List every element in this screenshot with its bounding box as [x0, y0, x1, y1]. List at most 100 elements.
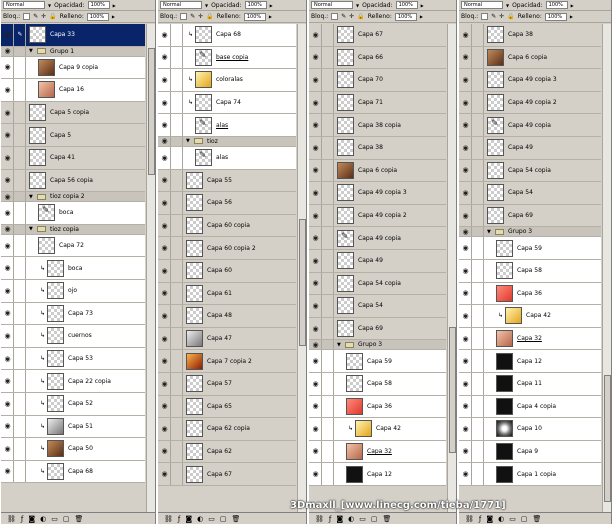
link-slot[interactable]	[473, 46, 484, 69]
layer-thumbnail[interactable]	[195, 26, 212, 44]
link-slot[interactable]	[473, 463, 484, 485]
slider-arrow-icon[interactable]: ▶	[113, 3, 116, 8]
mask-icon[interactable]: ◙	[336, 515, 343, 523]
link-slot[interactable]	[172, 282, 183, 305]
link-slot[interactable]	[323, 182, 334, 204]
link-slot[interactable]	[323, 159, 334, 182]
layer-thumbnail[interactable]	[487, 184, 504, 202]
layer-row[interactable]: ◉ Capa 55	[158, 169, 296, 193]
eye-icon[interactable]: ◉	[159, 24, 171, 46]
layer-thumbnail[interactable]	[337, 94, 354, 112]
eye-icon[interactable]: ◉	[310, 159, 322, 182]
layer-row[interactable]: ◉ Capa 6 copia	[309, 159, 446, 183]
new-layer-icon[interactable]: ▢	[220, 515, 227, 523]
layer-row[interactable]: ◉ Capa 48	[158, 305, 296, 328]
layer-thumbnail[interactable]	[355, 420, 372, 438]
layer-row[interactable]: ◉ Capa 60 copia	[158, 214, 296, 238]
link-slot[interactable]	[15, 169, 26, 192]
layer-group-row[interactable]: ◉ ▼ Grupo 3	[459, 227, 601, 238]
eye-icon[interactable]: ◉	[310, 372, 322, 395]
link-slot[interactable]	[15, 302, 26, 325]
blend-mode-select[interactable]: Normal	[311, 1, 353, 9]
layer-thumbnail[interactable]	[186, 171, 203, 189]
link-slot[interactable]	[172, 305, 183, 327]
link-slot[interactable]	[15, 438, 26, 460]
layer-thumbnail[interactable]	[47, 259, 64, 277]
layer-thumbnail[interactable]	[496, 262, 513, 280]
lock-transparent-toggle[interactable]	[23, 13, 31, 20]
blend-mode-select[interactable]: Normal	[461, 1, 503, 9]
eye-icon[interactable]: ◉	[159, 114, 171, 136]
layer-thumbnail[interactable]	[186, 397, 203, 415]
layer-group-row[interactable]: ◉ ▼ tioz copia	[1, 224, 145, 235]
slider-arrow-icon[interactable]: ▶	[570, 14, 573, 19]
link-slot[interactable]	[172, 114, 183, 136]
blend-mode-select[interactable]: Normal	[3, 1, 45, 9]
layer-thumbnail[interactable]	[38, 81, 55, 99]
adjustment-icon[interactable]: ◐	[197, 515, 203, 523]
layer-thumbnail[interactable]	[29, 126, 46, 144]
link-slot[interactable]	[172, 463, 183, 485]
layer-row[interactable]: ◉ Capa 59	[459, 237, 601, 260]
eye-icon[interactable]: ◉	[159, 305, 171, 327]
eye-icon[interactable]: ◉	[460, 463, 472, 485]
eye-icon[interactable]: ◉	[159, 282, 171, 305]
eye-icon[interactable]: ◉	[460, 440, 472, 463]
layer-row[interactable]: ◉ ↳ Capa 42	[459, 305, 601, 328]
eye-icon[interactable]: ◉	[460, 227, 472, 237]
eye-icon[interactable]: ◉	[310, 136, 322, 159]
expand-arrow-icon[interactable]: ▼	[487, 229, 491, 235]
eye-icon[interactable]: ◉	[159, 214, 171, 237]
eye-icon[interactable]: ◉	[159, 395, 171, 418]
slider-arrow-icon[interactable]: ▶	[420, 14, 423, 19]
layer-thumbnail[interactable]	[195, 149, 212, 167]
eye-icon[interactable]: ◉	[2, 224, 14, 234]
link-slot[interactable]	[473, 440, 484, 463]
expand-arrow-icon[interactable]: ▼	[186, 138, 190, 144]
layer-row[interactable]: ◉ base copia	[158, 46, 296, 70]
layer-row[interactable]: ◉ Capa 59	[309, 350, 446, 373]
layer-row[interactable]: ◉ Capa 54 copia	[309, 272, 446, 296]
link-slot[interactable]	[473, 327, 484, 350]
adjustment-icon[interactable]: ◐	[40, 515, 46, 523]
eye-icon[interactable]: ◉	[2, 257, 14, 279]
eye-icon[interactable]: ◉	[159, 350, 171, 372]
eye-icon[interactable]: ◉	[460, 259, 472, 282]
lock-all-icon[interactable]: 🔒	[357, 13, 364, 20]
layer-row[interactable]: ◉ Capa 72	[1, 234, 145, 258]
link-slot[interactable]	[323, 204, 334, 227]
layer-row[interactable]: ◉ Capa 69	[309, 317, 446, 341]
eye-icon[interactable]: ◉	[310, 317, 322, 340]
layer-thumbnail[interactable]	[337, 71, 354, 89]
scrollbar-thumb[interactable]	[449, 326, 456, 454]
layer-thumbnail[interactable]	[337, 320, 354, 338]
layer-thumbnail[interactable]	[47, 282, 64, 300]
layer-thumbnail[interactable]	[346, 442, 363, 460]
eye-icon[interactable]: ◉	[460, 237, 472, 259]
layer-row[interactable]: ◉ Capa 9	[459, 440, 601, 464]
layer-thumbnail[interactable]	[346, 465, 363, 483]
new-group-icon[interactable]: ▭	[509, 515, 516, 523]
link-slot[interactable]	[15, 224, 26, 234]
layer-thumbnail[interactable]	[337, 161, 354, 179]
expand-arrow-icon[interactable]: ▼	[337, 342, 341, 348]
layer-thumbnail[interactable]	[337, 229, 354, 247]
layer-row[interactable]: ◉ Capa 36	[459, 282, 601, 306]
trash-icon[interactable]: 🗑	[232, 515, 241, 523]
lock-pixels-icon[interactable]: ✎	[491, 13, 496, 20]
layer-thumbnail[interactable]	[505, 307, 522, 325]
link-slot[interactable]	[323, 249, 334, 272]
link-slot[interactable]	[473, 24, 484, 46]
eye-icon[interactable]: ◉	[2, 169, 14, 192]
layer-thumbnail[interactable]	[487, 116, 504, 134]
layer-thumbnail[interactable]	[487, 26, 504, 44]
layer-thumbnail[interactable]	[496, 375, 513, 393]
layer-group-row[interactable]: ◉ ▼ tioz	[158, 136, 296, 147]
link-slot[interactable]	[323, 340, 334, 350]
layer-thumbnail[interactable]	[186, 262, 203, 280]
new-layer-icon[interactable]: ▢	[63, 515, 70, 523]
layer-thumbnail[interactable]	[186, 420, 203, 438]
layer-group-row[interactable]: ◉ ▼ Grupo 1	[1, 46, 145, 57]
opacity-field[interactable]: 100%	[395, 1, 418, 9]
eye-icon[interactable]: ◉	[310, 204, 322, 227]
